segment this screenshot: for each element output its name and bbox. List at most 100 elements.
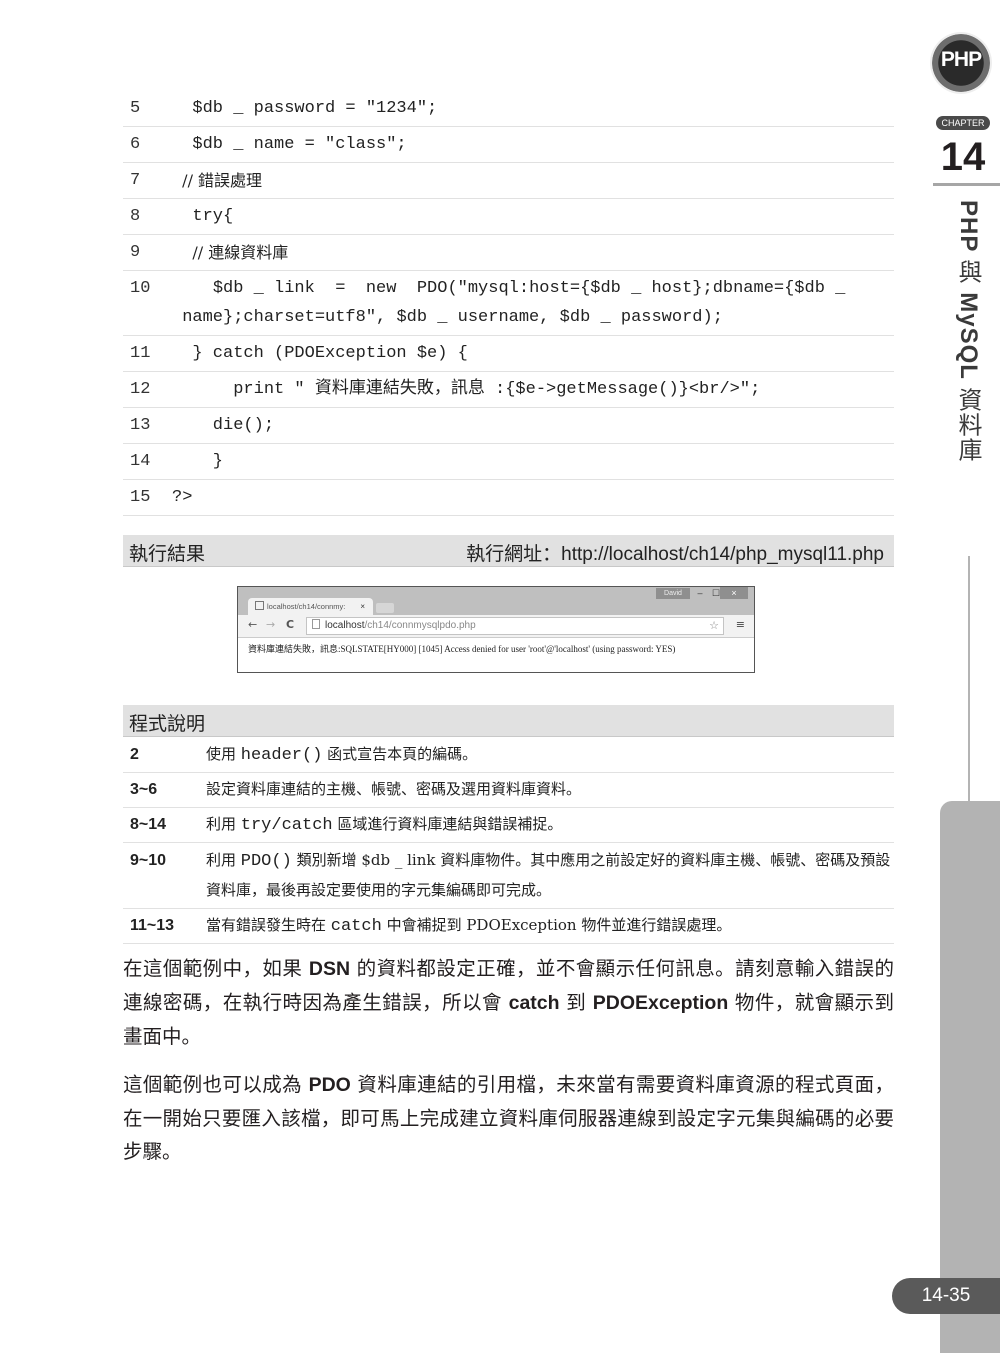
explanation-row: 3~6 設定資料庫連結的主機、帳號、密碼及選用資料庫資料。 (123, 773, 894, 808)
desc-text: 設定資料庫連結的主機、帳號、密碼及選用資料庫資料。 (206, 780, 582, 798)
explanation-lines: 9~10 (130, 852, 167, 869)
chapter-label: CHAPTER (936, 116, 990, 130)
reload-icon: C (286, 618, 295, 631)
line-number: 13 (130, 416, 151, 435)
result-section-title: 執行結果 (129, 543, 206, 565)
desc-code: try/catch (240, 816, 333, 835)
code-line: 9 // 連線資料庫 (123, 235, 894, 271)
explanation-section-header: 程式說明 (123, 705, 894, 737)
address-host: localhost (325, 620, 365, 631)
close-icon: × (720, 587, 748, 599)
page-number: 14-35 (892, 1278, 1000, 1314)
chapter-title-part: 資料庫 (954, 387, 982, 463)
code-comment: // 錯誤處理 (172, 171, 263, 190)
code-line: 8 try{ (123, 199, 894, 235)
desc-text: 當有錯誤發生時在 (206, 916, 331, 934)
para-text: 這個範例也可以成為 (123, 1073, 309, 1096)
para-term: PDO (308, 1074, 351, 1096)
code-line: 15 ?> (123, 480, 894, 516)
chapter-title-part: PHP (955, 200, 982, 260)
browser-screenshot: localhost/ch14/connmy: × David – ☐ × ← →… (237, 586, 755, 673)
code-text: } (172, 452, 224, 471)
result-url-label: 執行網址： (466, 543, 562, 565)
desc-code: PDO() (240, 852, 292, 871)
error-message: :SQLSTATE[HY000] [1045] Access denied fo… (338, 644, 676, 654)
body-paragraph: 在這個範例中，如果 DSN 的資料都設定正確，並不會顯示任何訊息。請刻意輸入錯誤… (123, 952, 894, 1053)
explanation-desc: 利用 PDO() 類別新增 $db _ link 資料庫物件。其中應用之前設定好… (206, 843, 894, 908)
explanation-section-title: 程式說明 (129, 713, 206, 735)
explanation-desc: 設定資料庫連結的主機、帳號、密碼及選用資料庫資料。 (206, 773, 894, 807)
margin-rule (968, 556, 970, 802)
para-text: 到 (559, 991, 593, 1014)
side-tab (940, 801, 1000, 1353)
code-text: } catch (PDOException $e) { (172, 344, 468, 363)
favicon-icon (255, 601, 264, 610)
desc-text: 函式宣告本頁的編碼。 (322, 745, 478, 763)
code-text: $db _ name = "class"; (172, 135, 407, 154)
desc-text: 類別新增 $db _ link 資料庫物件。其中應用之前設定好的資料庫主機、帳號… (206, 851, 891, 899)
para-term: catch (508, 992, 560, 1014)
para-term: PDOException (592, 992, 729, 1014)
explanation-lines: 3~6 (130, 781, 158, 798)
new-tab-button (376, 603, 394, 613)
chapter-title-part: 與 (954, 259, 982, 285)
desc-text: 使用 (206, 745, 241, 763)
explanation-desc: 使用 header() 函式宣告本頁的編碼。 (206, 738, 894, 772)
browser-toolbar: ← → C localhost/ch14/connmysqlpdo.php ☆ … (238, 615, 754, 638)
result-url-value: http://localhost/ch14/php_mysql11.php (561, 544, 884, 565)
address-path: /ch14/connmysqlpdo.php (364, 620, 476, 631)
browser-tab: localhost/ch14/connmy: × (248, 598, 373, 615)
code-line: 12 print " 資料庫連結失敗，訊息 :{$e->getMessage()… (123, 372, 894, 408)
explanation-lines: 11~13 (130, 917, 175, 934)
tab-close-icon: × (360, 602, 365, 611)
code-line: 10 $db _ link = new PDO("mysql:host={$db… (123, 271, 894, 336)
line-number: 10 (130, 279, 151, 298)
explanation-row: 11~13 當有錯誤發生時在 catch 中會補捉到 PDOException … (123, 909, 894, 944)
code-line: 7 // 錯誤處理 (123, 163, 894, 199)
code-text: print " 資料庫連結失敗，訊息 :{$e->getMessage()}<b… (172, 380, 761, 399)
code-text: $db _ password = "1234"; (172, 99, 438, 118)
explanation-lines: 2 (130, 746, 139, 763)
explanation-desc: 利用 try/catch 區域進行資料庫連結與錯誤補捉。 (206, 808, 894, 842)
line-number: 12 (130, 380, 151, 399)
explanation-row: 8~14 利用 try/catch 區域進行資料庫連結與錯誤補捉。 (123, 808, 894, 843)
code-comment: // 連線資料庫 (172, 243, 289, 262)
code-line: 11 } catch (PDOException $e) { (123, 336, 894, 372)
line-number: 15 (130, 488, 151, 507)
code-line: 6 $db _ name = "class"; (123, 127, 894, 163)
line-number: 6 (130, 135, 141, 154)
code-line: 14 } (123, 444, 894, 480)
forward-arrow-icon: → (266, 618, 276, 631)
chapter-divider (933, 183, 1000, 186)
desc-text: 利用 (206, 851, 241, 869)
address-bar: localhost/ch14/connmysqlpdo.php ☆ (306, 617, 724, 635)
line-number: 14 (130, 452, 151, 471)
menu-icon: ≡ (735, 618, 745, 631)
user-badge: David (656, 588, 690, 599)
line-number: 8 (130, 207, 141, 226)
explanation-lines: 8~14 (130, 816, 167, 833)
line-number: 5 (130, 99, 141, 118)
explanation-table: 2 使用 header() 函式宣告本頁的編碼。 3~6 設定資料庫連結的主機、… (123, 738, 894, 944)
body-paragraph: 這個範例也可以成為 PDO 資料庫連結的引用檔，未來當有需要資料庫資源的程式頁面… (123, 1068, 894, 1168)
error-prefix: 資料庫連結失敗，訊息 (248, 645, 339, 655)
chapter-title-part: MySQL (955, 284, 982, 388)
php-logo-icon: PHP (932, 34, 990, 92)
browser-titlebar: localhost/ch14/connmy: × David – ☐ × (238, 587, 754, 615)
back-arrow-icon: ← (248, 618, 258, 631)
code-text: die(); (172, 416, 275, 435)
result-section-header: 執行結果 執行網址：http://localhost/ch14/php_mysq… (123, 535, 894, 567)
explanation-row: 9~10 利用 PDO() 類別新增 $db _ link 資料庫物件。其中應用… (123, 843, 894, 909)
code-text: try{ (172, 207, 234, 226)
tab-title: localhost/ch14/connmy: (267, 602, 346, 611)
code-line: 13 die(); (123, 408, 894, 444)
chapter-number: 14 (940, 135, 986, 179)
line-number: 11 (130, 344, 151, 363)
desc-text: 中會補捉到 PDOException 物件並進行錯誤處理。 (381, 916, 732, 934)
code-line: 5 $db _ password = "1234"; (123, 91, 894, 127)
desc-code: catch (330, 917, 382, 936)
result-url: 執行網址：http://localhost/ch14/php_mysql11.p… (466, 539, 884, 566)
code-text: $db _ link = new PDO("mysql:host={$db _ … (182, 279, 846, 327)
desc-text: 利用 (206, 815, 241, 833)
page-icon (312, 619, 320, 629)
